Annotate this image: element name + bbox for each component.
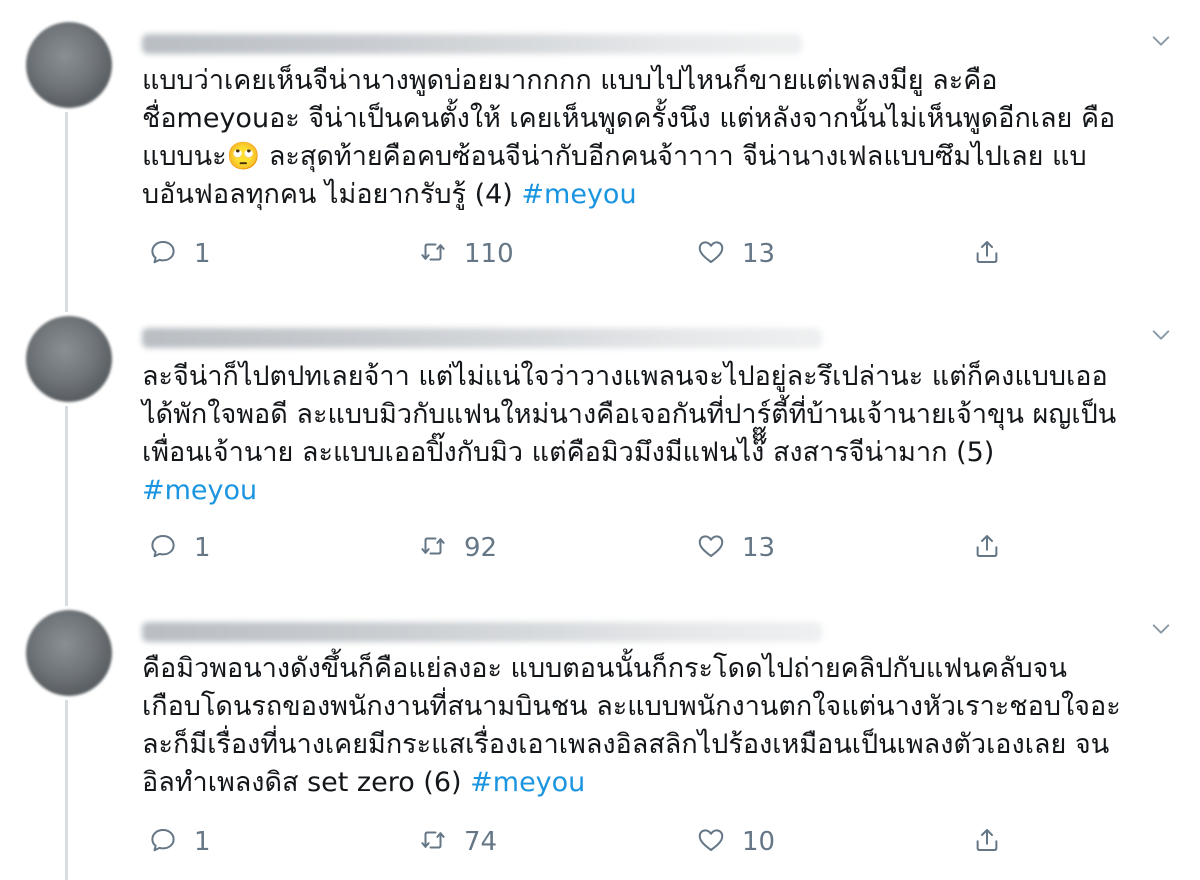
- retweet-button[interactable]: 92: [418, 528, 497, 568]
- heart-icon: [696, 237, 726, 271]
- avatar[interactable]: [26, 22, 112, 108]
- heart-icon: [696, 825, 726, 859]
- author-name-blurred: [142, 34, 802, 54]
- tweet-body: ละจีน่าก็ไปตปทเลยจ้าา แต่ไม่แน่ใจว่าวางแ…: [142, 361, 1117, 468]
- like-button[interactable]: 13: [696, 234, 775, 274]
- share-icon: [972, 531, 1002, 565]
- tweet-actions: 1 74 10: [0, 822, 1200, 862]
- reply-count: 1: [194, 533, 211, 563]
- share-icon: [972, 825, 1002, 859]
- reply-count: 1: [194, 827, 211, 857]
- retweet-icon: [418, 237, 448, 271]
- chevron-down-icon[interactable]: [1150, 618, 1172, 640]
- like-count: 13: [742, 239, 776, 269]
- like-count: 13: [742, 533, 776, 563]
- share-icon: [972, 237, 1002, 271]
- retweet-icon: [418, 825, 448, 859]
- share-button[interactable]: [972, 234, 1002, 274]
- retweet-count: 92: [464, 533, 498, 563]
- thread-line: [65, 112, 68, 312]
- tweet-text: แบบว่าเคยเห็นจีน่านางพูดบ่อยมากกกก แบบไป…: [142, 62, 1162, 214]
- reply-button[interactable]: 1: [148, 822, 211, 862]
- tweet-actions: 1 110 13: [0, 234, 1200, 274]
- hashtag-link[interactable]: #meyou: [521, 179, 636, 210]
- reply-icon: [148, 237, 178, 271]
- hashtag-link[interactable]: #meyou: [142, 475, 257, 506]
- reply-button[interactable]: 1: [148, 528, 211, 568]
- reply-button[interactable]: 1: [148, 234, 211, 274]
- chevron-down-icon[interactable]: [1150, 30, 1172, 52]
- retweet-button[interactable]: 110: [418, 234, 514, 274]
- hashtag-link[interactable]: #meyou: [470, 767, 585, 798]
- tweet-text: ละจีน่าก็ไปตปทเลยจ้าา แต่ไม่แน่ใจว่าวางแ…: [142, 358, 1162, 510]
- author-name-blurred: [142, 328, 822, 348]
- author-name-blurred: [142, 622, 822, 642]
- like-button[interactable]: 13: [696, 528, 775, 568]
- avatar[interactable]: [26, 316, 112, 402]
- share-button[interactable]: [972, 822, 1002, 862]
- retweet-icon: [418, 531, 448, 565]
- reply-icon: [148, 825, 178, 859]
- tweet-text: คือมิวพอนางดังขึ้นก็คือแย่ลงอะ แบบตอนนั้…: [142, 650, 1162, 802]
- tweet-actions: 1 92 13: [0, 528, 1200, 568]
- like-button[interactable]: 10: [696, 822, 775, 862]
- like-count: 10: [742, 827, 776, 857]
- retweet-count: 74: [464, 827, 498, 857]
- tweet-body: คือมิวพอนางดังขึ้นก็คือแย่ลงอะ แบบตอนนั้…: [142, 653, 1121, 798]
- avatar[interactable]: [26, 610, 112, 696]
- chevron-down-icon[interactable]: [1150, 324, 1172, 346]
- retweet-count: 110: [464, 239, 514, 269]
- heart-icon: [696, 531, 726, 565]
- retweet-button[interactable]: 74: [418, 822, 497, 862]
- thread-line: [65, 406, 68, 606]
- share-button[interactable]: [972, 528, 1002, 568]
- reply-count: 1: [194, 239, 211, 269]
- reply-icon: [148, 531, 178, 565]
